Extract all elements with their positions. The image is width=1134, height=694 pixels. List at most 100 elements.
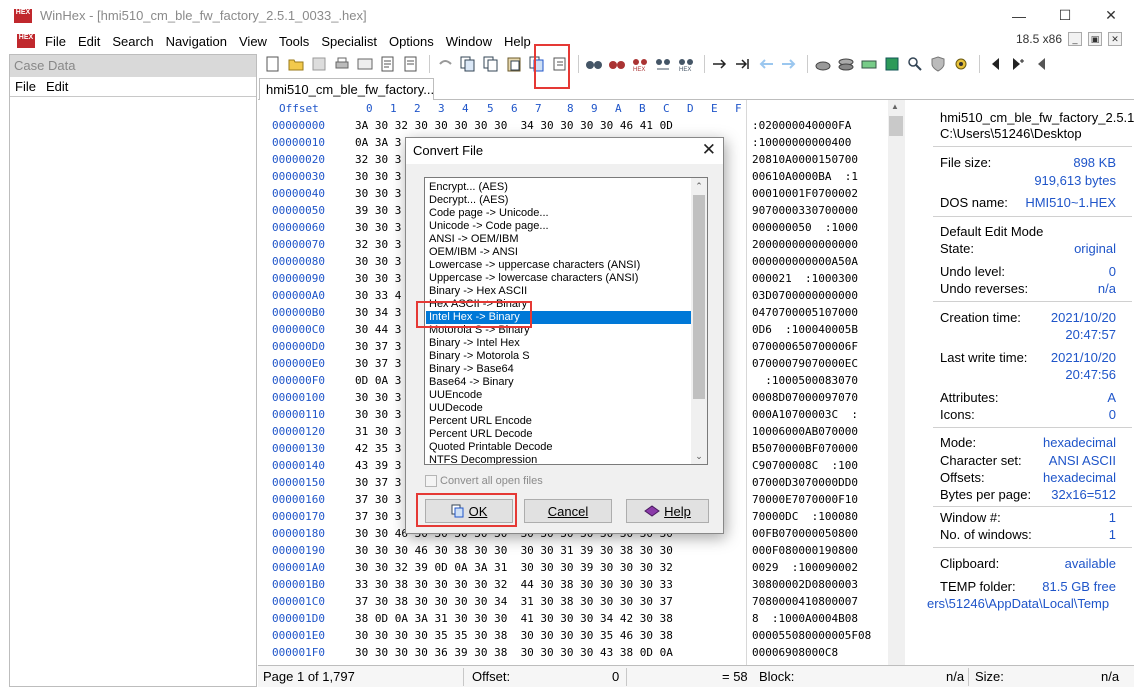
notes-icon[interactable] [401, 55, 420, 74]
row-hex-bytes[interactable]: 30 30 3 [355, 170, 401, 183]
conversion-option[interactable]: Binary -> Motorola S [426, 350, 691, 363]
row-hex-bytes[interactable]: 32 30 3 [355, 238, 401, 251]
row-hex-bytes[interactable]: 30 30 3 [355, 391, 401, 404]
row-hex-bytes[interactable]: 0A 3A 3 [355, 136, 401, 149]
document-logo-icon[interactable]: HEX [17, 34, 35, 48]
find-text-icon[interactable] [584, 55, 603, 74]
listbox-scroll-thumb[interactable] [693, 195, 705, 399]
hex-row[interactable]: 00000000 3A 30 32 30 30 30 30 30 34 30 30… [258, 119, 888, 136]
hex-row[interactable]: 000001C0 37 30 38 30 30 30 30 34 31 30 38… [258, 595, 888, 612]
conversion-option[interactable]: Percent URL Encode [426, 415, 691, 428]
previous-window-icon[interactable] [985, 55, 1004, 74]
conversion-option[interactable]: Binary -> Intel Hex [426, 337, 691, 350]
magnifier-icon[interactable] [905, 55, 924, 74]
dialog-close-icon[interactable]: ✕ [702, 140, 716, 160]
replace-hex-icon[interactable]: HEX [676, 55, 695, 74]
hex-row[interactable]: 000001F0 30 30 30 30 36 39 30 38 30 30 30… [258, 646, 888, 663]
menu-edit[interactable]: Edit [72, 34, 106, 49]
convert-file-icon[interactable] [527, 55, 546, 74]
modify-data-icon[interactable] [550, 55, 569, 74]
copy-icon[interactable] [458, 55, 477, 74]
case-menu-file[interactable]: File [10, 79, 41, 94]
disk-icon[interactable] [813, 55, 832, 74]
conversion-listbox[interactable]: Encrypt... (AES) Decrypt... (AES) Code pag… [424, 177, 708, 465]
menu-tools[interactable]: Tools [273, 34, 315, 49]
row-ascii[interactable]: 000055080000005F08 [752, 629, 871, 642]
conversion-option[interactable]: Base64 -> Binary [426, 376, 691, 389]
row-ascii[interactable]: 000A10700003C : [752, 408, 858, 421]
menu-window[interactable]: Window [440, 34, 498, 49]
row-hex-bytes[interactable]: 30 30 3 [355, 255, 401, 268]
forward-arrow-icon[interactable] [779, 55, 798, 74]
row-ascii[interactable]: 00010001F0700002 [752, 187, 858, 200]
conversion-option[interactable]: Percent URL Decode [426, 428, 691, 441]
row-ascii[interactable]: 8 :1000A0004B08 [752, 612, 858, 625]
properties-icon[interactable] [355, 55, 374, 74]
cancel-button[interactable]: Cancel [524, 499, 612, 523]
conversion-option[interactable]: OEM/IBM -> ANSI [426, 246, 691, 259]
menu-file[interactable]: File [39, 34, 72, 49]
row-ascii[interactable]: 03D0700000000000 [752, 289, 858, 302]
find-hex-icon[interactable]: HEX [630, 55, 649, 74]
row-ascii[interactable]: 000000050 :1000 [752, 221, 858, 234]
new-file-icon[interactable] [263, 55, 282, 74]
conversion-option[interactable]: Unicode -> Code page... [426, 220, 691, 233]
scroll-down-icon[interactable]: ⌄ [691, 448, 707, 464]
disk-stack-icon[interactable] [836, 55, 855, 74]
row-ascii[interactable]: 000021 :1000300 [752, 272, 858, 285]
row-hex-bytes[interactable]: 39 30 3 [355, 204, 401, 217]
row-hex-bytes[interactable]: 33 30 38 30 30 30 30 32 44 30 38 30 30 3… [355, 578, 673, 591]
open-file-icon[interactable] [286, 55, 305, 74]
row-ascii[interactable]: 20810A0000150700 [752, 153, 858, 166]
row-ascii[interactable]: 10006000AB070000 [752, 425, 858, 438]
row-ascii[interactable]: B5070000BF070000 [752, 442, 858, 455]
back-arrow-icon[interactable] [756, 55, 775, 74]
minimize-icon[interactable]: — [996, 0, 1042, 31]
hex-scrollbar[interactable]: ▲ [888, 100, 905, 665]
copy-block-icon[interactable] [481, 55, 500, 74]
find-text-red-icon[interactable] [607, 55, 626, 74]
row-hex-bytes[interactable]: 30 30 3 [355, 187, 401, 200]
file-properties-icon[interactable] [378, 55, 397, 74]
row-ascii[interactable]: 70000E7070000F10 [752, 493, 858, 506]
menu-view[interactable]: View [233, 34, 273, 49]
row-hex-bytes[interactable]: 30 30 3 [355, 221, 401, 234]
checkbox-icon[interactable] [425, 475, 437, 487]
row-hex-bytes[interactable]: 30 30 3 [355, 272, 401, 285]
scroll-up-icon[interactable]: ⌃ [691, 178, 707, 194]
hex-row[interactable]: 000001B0 33 30 38 30 30 30 30 32 44 30 38… [258, 578, 888, 595]
row-ascii[interactable]: :020000040000FA [752, 119, 851, 132]
goto-offset-icon[interactable] [710, 55, 729, 74]
row-hex-bytes[interactable]: 30 44 3 [355, 323, 401, 336]
row-hex-bytes[interactable]: 30 30 30 46 30 38 30 30 30 30 31 39 30 3… [355, 544, 673, 557]
row-hex-bytes[interactable]: 0D 0A 3 [355, 374, 401, 387]
row-ascii[interactable]: 30800002D0800003 [752, 578, 858, 591]
row-ascii[interactable]: 00610A0000BA :1 [752, 170, 858, 183]
row-ascii[interactable]: 7080000410800007 [752, 595, 858, 608]
help-button[interactable]: Help [626, 499, 709, 523]
conversion-option[interactable]: Decrypt... (AES) [426, 194, 691, 207]
hex-row[interactable]: 00000190 30 30 30 46 30 38 30 30 30 30 31… [258, 544, 888, 561]
row-ascii[interactable]: C90700008C :100 [752, 459, 858, 472]
row-hex-bytes[interactable]: 30 37 3 [355, 357, 401, 370]
row-ascii[interactable]: :10000000000400 [752, 136, 851, 149]
overflow-icon[interactable] [1031, 55, 1050, 74]
row-hex-bytes[interactable]: 3A 30 32 30 30 30 30 30 34 30 30 30 30 4… [355, 119, 673, 132]
conversion-option[interactable]: Motorola S -> Binary [426, 324, 691, 337]
menu-help[interactable]: Help [498, 34, 537, 49]
row-hex-bytes[interactable]: 30 37 3 [355, 476, 401, 489]
menu-options[interactable]: Options [383, 34, 440, 49]
row-ascii[interactable]: 070000650700006F [752, 340, 858, 353]
menu-search[interactable]: Search [106, 34, 159, 49]
row-ascii[interactable]: :1000500083070 [752, 374, 858, 387]
conversion-option[interactable]: Hex ASCII -> Binary [426, 298, 691, 311]
conversion-option[interactable]: Binary -> Base64 [426, 363, 691, 376]
row-hex-bytes[interactable]: 37 30 3 [355, 493, 401, 506]
replace-text-icon[interactable] [653, 55, 672, 74]
goto-sector-icon[interactable] [733, 55, 752, 74]
row-hex-bytes[interactable]: 37 30 3 [355, 510, 401, 523]
row-hex-bytes[interactable]: 30 30 3 [355, 408, 401, 421]
row-hex-bytes[interactable]: 31 30 3 [355, 425, 401, 438]
conversion-option[interactable]: Quoted Printable Decode [426, 441, 691, 454]
listbox-scrollbar[interactable]: ⌃ ⌄ [691, 178, 707, 464]
